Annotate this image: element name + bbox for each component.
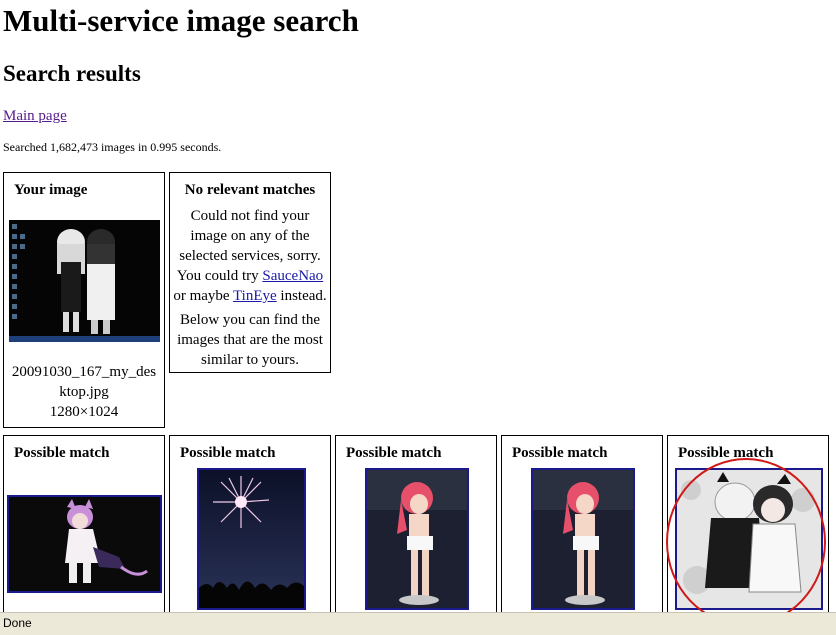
your-image-filename-2: ktop.jpg [59, 384, 109, 400]
search-stats: Searched 1,682,473 images in 0.995 secon… [3, 140, 222, 154]
possible-match-box-5: Possible match [667, 435, 829, 612]
possible-match-title: Possible match [14, 445, 110, 461]
no-matches-line: image on any of the [190, 228, 310, 244]
no-matches-title: No relevant matches [184, 182, 316, 198]
tineye-link[interactable]: TinEye [233, 288, 277, 304]
match-thumbnail-1[interactable] [7, 495, 162, 593]
possible-match-box-4: Possible match [501, 435, 663, 612]
possible-match-box-2: Possible match [169, 435, 331, 612]
no-matches-line: selected services, sorry. [179, 248, 321, 264]
fireworks-image [199, 470, 304, 608]
figure-image [533, 470, 633, 608]
browser-status-bar: Done [0, 612, 836, 635]
below-line: similar to yours. [201, 352, 299, 368]
page-title: Multi-service image search [3, 3, 359, 38]
your-image-thumbnail[interactable] [9, 220, 160, 342]
desktop-screenshot-image [9, 220, 160, 342]
possible-match-title: Possible match [180, 445, 276, 461]
no-matches-box: No relevant matches Could not find your … [169, 172, 331, 373]
catgirl-image [9, 497, 160, 591]
possible-match-title: Possible match [346, 445, 442, 461]
possible-match-box-1: Possible match [3, 435, 165, 612]
saucenao-link[interactable]: SauceNao [262, 268, 323, 284]
your-image-filename-1: 20091030_167_my_des [11, 364, 157, 380]
main-page-link[interactable]: Main page [3, 108, 67, 125]
match-thumbnail-4[interactable] [531, 468, 635, 610]
try-saucenao-line: You could try SauceNao [176, 268, 324, 284]
section-title: Search results [3, 61, 141, 86]
your-image-dimensions: 1280×1024 [49, 404, 119, 420]
below-line: Below you can find the [180, 312, 320, 328]
two-girls-image [677, 470, 821, 608]
match-thumbnail-5[interactable] [675, 468, 823, 610]
possible-match-title: Possible match [678, 445, 774, 461]
match-thumbnail-2[interactable] [197, 468, 306, 610]
page-content: Multi-service image search Search result… [0, 0, 836, 612]
your-image-title: Your image [14, 182, 88, 198]
try-tineye-line: or maybe TinEye instead. [173, 288, 327, 304]
no-matches-line: Could not find your [190, 208, 310, 224]
match-thumbnail-3[interactable] [365, 468, 469, 610]
possible-match-title: Possible match [512, 445, 608, 461]
your-image-box: Your image 20091030_167_my_des ktop.jpg … [3, 172, 165, 428]
below-line: images that are the most [177, 332, 323, 348]
figure-image [367, 470, 467, 608]
possible-match-box-3: Possible match [335, 435, 497, 612]
status-text: Done [3, 616, 32, 630]
